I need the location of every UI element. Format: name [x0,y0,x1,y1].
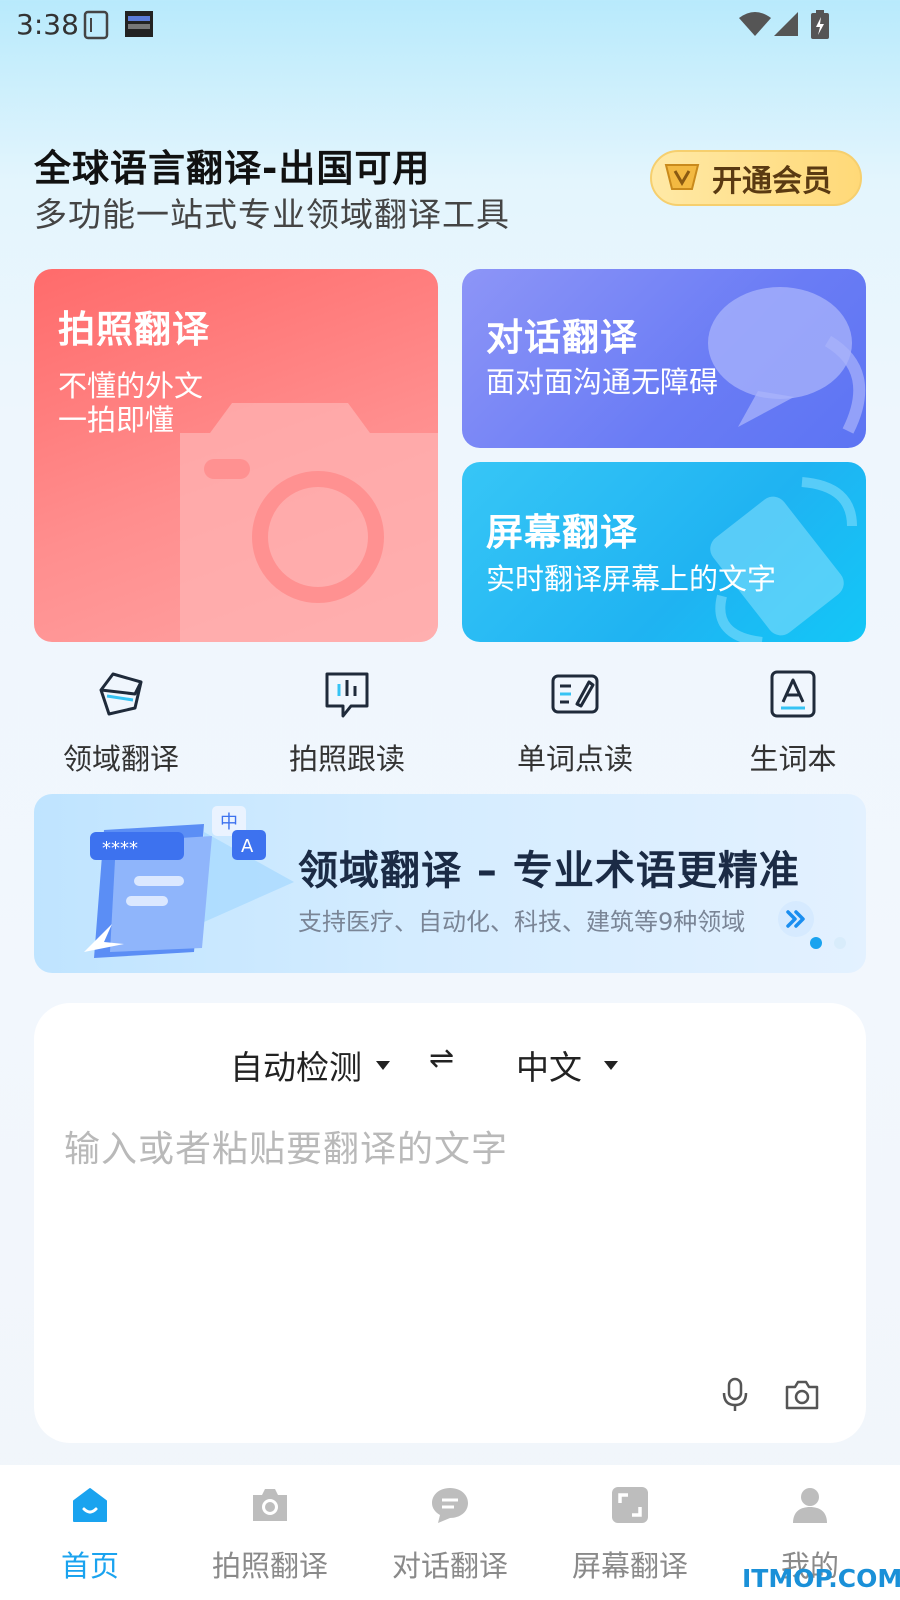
nav-label: 拍照翻译 [211,1549,328,1583]
camera-icon[interactable] [784,1379,820,1411]
notification-app-icon [125,11,153,37]
speech-bubble-illustration-icon [708,287,866,434]
photo-card-title: 拍照翻译 [58,308,210,351]
camera-icon [253,1489,287,1521]
translate-panel: 自动检测 ⇌ 中文 输入或者粘贴要翻译的文字 [34,1003,866,1443]
swap-languages-button[interactable]: ⇌ [429,1041,454,1076]
screen-card-title: 屏幕翻译 [486,511,638,554]
source-language-select[interactable]: 自动检测 [230,1041,390,1089]
dialog-card-title: 对话翻译 [486,316,638,359]
translate-input[interactable]: 输入或者粘贴要翻译的文字 [64,1120,508,1172]
tool-label: 单词点读 [516,742,633,776]
banner-subtitle: 支持医疗、自动化、科技、建筑等9种领域 [298,908,746,936]
chat-icon [432,1488,468,1523]
tool-vocabulary-book[interactable]: 生词本 [708,668,878,778]
tool-label: 领域翻译 [62,742,179,776]
microphone-icon[interactable] [720,1377,750,1413]
vip-button[interactable]: 开通会员 [650,150,862,206]
tool-photo-read[interactable]: 拍照跟读 [262,668,432,778]
vip-button-label: 开通会员 [712,164,832,199]
banner-illustration-stars: **** [102,838,138,859]
target-language-label: 中文 [516,1048,582,1087]
dialog-card-subtitle: 面对面沟通无障碍 [486,365,719,399]
wifi-icon [739,12,771,36]
crown-icon [664,164,700,190]
swap-icon: ⇌ [429,1041,455,1076]
sim-card-icon [83,10,109,40]
tool-word-read[interactable]: 单词点读 [490,668,660,778]
carousel-dot[interactable] [834,937,846,949]
page-title: 全球语言翻译-出国可用 [34,147,431,190]
word-read-icon [551,674,599,714]
screen-card-subtitle: 实时翻译屏幕上的文字 [486,562,777,596]
double-chevron-right-icon[interactable] [778,901,814,937]
document-translate-illustration-icon: **** 中 A [84,806,294,958]
banner-illustration-en: A [241,836,254,857]
camera-illustration-icon [180,403,438,642]
status-bar: 3:38 [0,0,900,48]
nav-item-home[interactable]: 首页 [0,1485,180,1585]
tool-label: 拍照跟读 [288,742,405,776]
profile-icon [793,1488,827,1523]
source-language-label: 自动检测 [230,1048,362,1087]
nav-item-dialog-translate[interactable]: 对话翻译 [360,1485,540,1585]
promo-banner[interactable]: **** 中 A 领域翻译 – 专业术语更精准 支持医疗、自动化、科技、建筑等9… [34,794,866,973]
watermark: ITMOP.COM [742,1564,900,1593]
tool-domain-translate[interactable]: 领域翻译 [36,668,206,778]
page-subtitle: 多功能一站式专业领域翻译工具 [34,195,510,234]
nav-item-screen-translate[interactable]: 屏幕翻译 [540,1485,720,1585]
nav-label: 对话翻译 [391,1549,508,1583]
photo-card-subtitle-1: 不懂的外文 [58,369,204,403]
battery-icon [811,10,829,39]
photo-card-subtitle-2: 一拍即懂 [58,403,175,437]
photo-translate-card[interactable]: 拍照翻译 不懂的外文 一拍即懂 [34,269,438,642]
screen-translate-card[interactable]: 屏幕翻译 实时翻译屏幕上的文字 [462,462,866,642]
caret-down-icon [376,1060,390,1070]
nav-label: 屏幕翻译 [571,1549,688,1583]
caret-down-icon [604,1060,618,1070]
tool-label: 生词本 [749,742,837,776]
dialog-translate-card[interactable]: 对话翻译 面对面沟通无障碍 [462,269,866,448]
signal-icon [774,12,798,36]
banner-title: 领域翻译 – 专业术语更精准 [298,848,800,894]
domain-translate-icon [99,672,143,716]
status-time: 3:38 [16,8,79,41]
home-icon [73,1488,107,1522]
nav-item-photo-translate[interactable]: 拍照翻译 [180,1485,360,1585]
screen-rotate-illustration-icon [710,477,857,642]
vocabulary-book-icon [770,670,816,718]
photo-read-icon [325,672,369,718]
screen-icon [612,1487,648,1523]
carousel-dot-active[interactable] [810,937,822,949]
nav-label: 首页 [60,1549,119,1583]
banner-illustration-zh: 中 [220,812,238,833]
target-language-select[interactable]: 中文 [516,1041,618,1089]
